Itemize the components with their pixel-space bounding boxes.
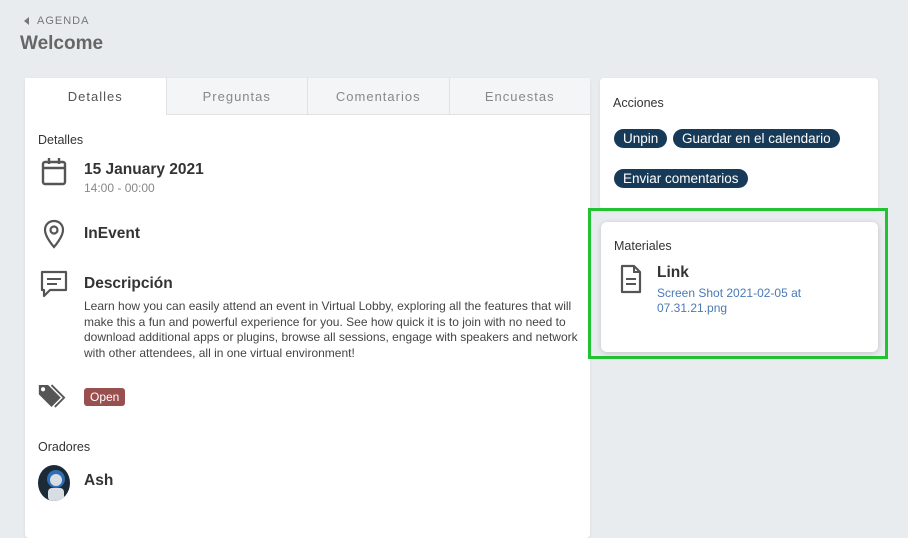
description-text: Learn how you can easily attend an event… [84,299,578,360]
tab-detalles[interactable]: Detalles [25,78,166,115]
session-time: 14:00 - 00:00 [84,181,155,195]
tags-icon [38,384,66,408]
send-feedback-button[interactable]: Enviar comentarios [614,169,748,188]
tab-comentarios[interactable]: Comentarios [307,78,449,114]
tags-row: Open [38,380,126,412]
materials-title: Materiales [614,239,672,253]
back-label: AGENDA [37,15,90,27]
tab-encuestas[interactable]: Encuestas [448,78,590,114]
document-icon [620,264,642,294]
speaker-row[interactable]: Ash [38,465,113,501]
back-arrow-icon [24,17,29,25]
session-date: 15 January 2021 [84,161,204,178]
materials-card: Materiales Link Screen Shot 2021-02-05 a… [601,222,878,352]
speaker-avatar [38,465,70,501]
comment-icon [40,270,68,298]
open-tag-badge: Open [84,388,126,406]
actions-card: Acciones Unpin Guardar en el calendario … [600,78,878,210]
back-to-agenda-link[interactable]: AGENDA [24,15,89,27]
material-link-title: Link [657,264,689,281]
description-row: Descripción Learn how you can easily att… [38,269,579,361]
description-title: Descripción [84,275,173,292]
session-location: InEvent [84,225,140,242]
calendar-icon [41,158,67,186]
speakers-section-label: Oradores [38,440,91,454]
date-row: 15 January 2021 14:00 - 00:00 [38,157,204,195]
details-section-label: Detalles [38,133,84,147]
material-file-link[interactable]: Screen Shot 2021-02-05 at 07.31.21.png [657,286,827,316]
material-item[interactable]: Link Screen Shot 2021-02-05 at 07.31.21.… [619,264,827,316]
speaker-name: Ash [84,472,114,489]
save-to-calendar-button[interactable]: Guardar en el calendario [673,129,840,148]
session-details-card: Detalles Preguntas Comentarios Encuestas… [25,78,590,538]
unpin-button[interactable]: Unpin [614,129,668,148]
tab-preguntas[interactable]: Preguntas [165,78,307,114]
map-pin-icon [43,219,65,249]
actions-title: Acciones [613,96,664,110]
page-title: Welcome [20,33,104,54]
location-row: InEvent [38,219,140,249]
tab-bar: Detalles Preguntas Comentarios Encuestas [25,78,590,115]
